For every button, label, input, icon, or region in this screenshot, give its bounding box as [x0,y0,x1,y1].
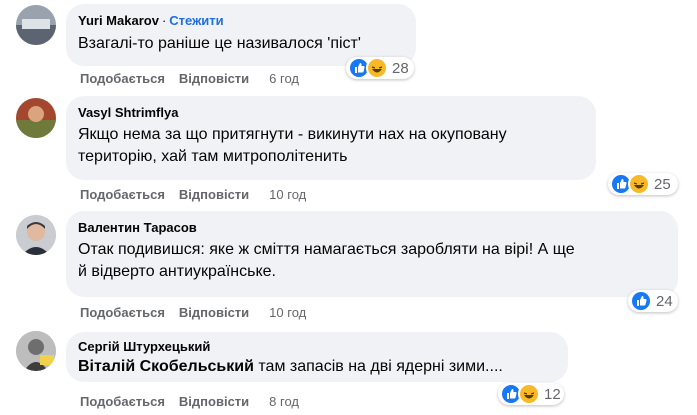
comment-time[interactable]: 10 год [269,187,306,202]
reaction-summary[interactable]: 28 [346,57,414,79]
comment-bubble: Сергій Штурхецький Віталій Скобельський … [66,332,568,382]
comment-actions: Подобається Відповісти 10 год [80,305,320,320]
comment-bubble: Валентин Тарасов Отак подивишся: яке ж с… [66,211,678,297]
haha-icon [518,383,540,405]
reply-link[interactable]: Відповісти [179,305,249,320]
like-link[interactable]: Подобається [80,305,165,320]
comment-text: Віталій Скобельський там запасів на дві … [78,356,556,378]
reaction-count: 25 [654,175,671,193]
reply-link[interactable]: Відповісти [179,394,249,409]
avatar-image [16,98,56,138]
comment-time[interactable]: 8 год [269,394,299,409]
comment-author[interactable]: Валентин Тарасов [78,219,666,236]
avatar-image [16,215,56,255]
avatar[interactable] [16,98,56,138]
comment-bubble: Vasyl Shtrimflya Якщо нема за що притягн… [66,96,596,180]
avatar[interactable] [16,215,56,255]
avatar-image [16,331,56,371]
comment-time[interactable]: 6 год [269,71,299,86]
reaction-summary[interactable]: 12 [498,383,564,405]
reaction-count: 24 [656,292,673,310]
reaction-count: 12 [544,385,561,403]
follow-button[interactable]: Стежити [169,13,223,28]
like-link[interactable]: Подобається [80,187,165,202]
reply-link[interactable]: Відповісти [179,71,249,86]
separator-dot: · [161,13,167,28]
comment-author[interactable]: Yuri Makarov [78,13,159,28]
comment-author[interactable]: Vasyl Shtrimflya [78,104,584,121]
like-link[interactable]: Подобається [80,71,165,86]
haha-icon [628,173,650,195]
comment-text-line-2: територію, хай там митрополітенить [78,148,348,165]
comment-actions: Подобається Відповісти 6 год [80,71,313,86]
like-icon [630,290,652,312]
reaction-summary[interactable]: 25 [608,173,678,195]
comment-text-line-1: Якщо нема за що притягнути - викинути на… [78,126,507,143]
mention-link[interactable]: Віталій Скобельський [78,358,254,375]
avatar-image [16,5,56,45]
comment-text-line-2: й відверто антиукраїнське. [78,263,276,280]
haha-icon [366,57,388,79]
comment-text-line-1: Отак подивишся: яке ж сміття намагається… [78,241,575,258]
comment-text: Взагалі-то раніше це називалося 'піст' [78,35,361,52]
comment-time[interactable]: 10 год [269,305,306,320]
comment-actions: Подобається Відповісти 10 год [80,187,320,202]
comment-author[interactable]: Сергій Штурхецький [78,338,556,355]
comment-actions: Подобається Відповісти 8 год [80,394,313,409]
reaction-count: 28 [392,59,409,77]
reply-link[interactable]: Відповісти [179,187,249,202]
avatar[interactable] [16,331,56,371]
like-link[interactable]: Подобається [80,394,165,409]
reaction-summary[interactable]: 24 [628,290,678,312]
comment-text-body: там запасів на дві ядерні зими.... [253,358,503,375]
avatar[interactable] [16,5,56,45]
